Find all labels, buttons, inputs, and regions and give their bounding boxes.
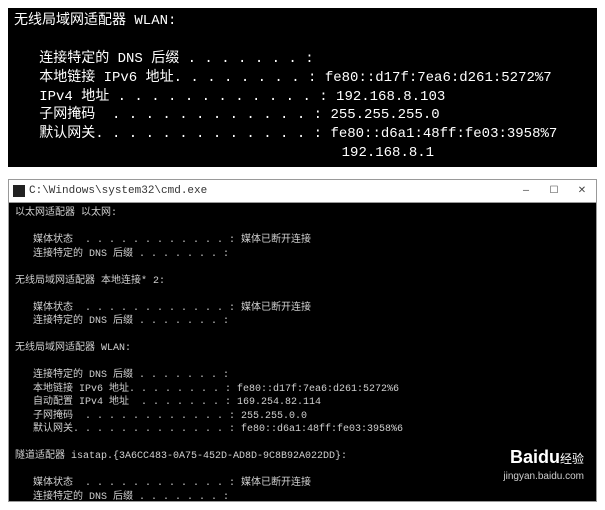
- titlebar[interactable]: C:\Windows\system32\cmd.exe — ☐ ✕: [9, 180, 596, 203]
- adapter-header: 无线局域网适配器 WLAN:: [14, 12, 591, 31]
- cmd-icon: [13, 185, 25, 197]
- minimize-button[interactable]: —: [512, 180, 540, 202]
- terminal-body[interactable]: 以太网适配器 以太网: 媒体状态 . . . . . . . . . . . .…: [9, 203, 596, 501]
- maximize-button[interactable]: ☐: [540, 180, 568, 202]
- top-lines: 连接特定的 DNS 后缀 . . . . . . . : 本地链接 IPv6 地…: [14, 50, 591, 163]
- watermark: Baidu经验 jingyan.baidu.com: [503, 445, 584, 483]
- terminal-top: 无线局域网适配器 WLAN: 连接特定的 DNS 后缀 . . . . . . …: [8, 8, 597, 167]
- close-button[interactable]: ✕: [568, 180, 596, 202]
- cmd-window: C:\Windows\system32\cmd.exe — ☐ ✕ 以太网适配器…: [8, 179, 597, 502]
- window-title: C:\Windows\system32\cmd.exe: [29, 185, 512, 197]
